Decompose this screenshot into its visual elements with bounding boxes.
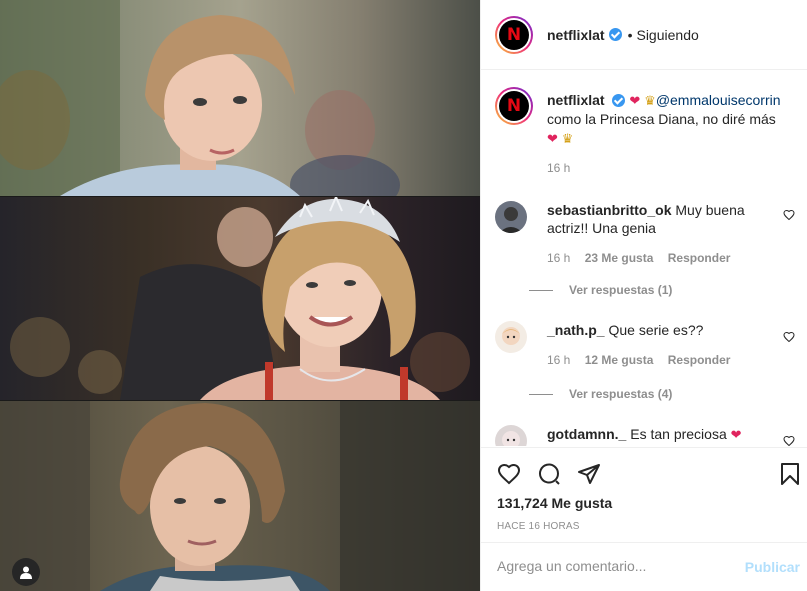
avatar-photo-icon: [495, 425, 527, 446]
photo-2-illustration: [10, 197, 470, 400]
comment-composer: Publicar: [481, 542, 807, 591]
comment-body: Que serie es??: [608, 322, 704, 338]
comment-text: _nath.p_ Que serie es??: [547, 321, 767, 339]
view-replies-button[interactable]: Ver respuestas (4): [529, 387, 672, 401]
following-button[interactable]: Siguiendo: [636, 27, 698, 43]
share-paper-plane-icon[interactable]: [577, 462, 601, 486]
crown-emoji-icon: ♛: [644, 93, 656, 108]
comment-username[interactable]: sebastianbritto_ok: [547, 202, 671, 218]
comments-list[interactable]: N netflixlat ❤ ♛@emmalouisecorrin como l…: [481, 71, 807, 446]
comment-time: 16 h: [547, 251, 571, 265]
post-header: N netflixlat • Siguiendo: [481, 0, 807, 70]
comment-bubble-icon[interactable]: [537, 462, 561, 486]
comment-likes[interactable]: 12 Me gusta: [585, 353, 654, 367]
comment-like-heart-icon[interactable]: [783, 331, 795, 343]
comment-body: Es tan preciosa: [630, 426, 727, 442]
commenter-avatar[interactable]: [495, 321, 527, 353]
avatar-photo-icon: [495, 321, 527, 353]
crown-emoji-icon: ♛: [561, 131, 574, 146]
view-replies-label: Ver respuestas (1): [569, 283, 673, 297]
comment-text: sebastianbritto_ok Muy buena actriz!! Un…: [547, 201, 767, 237]
reply-button[interactable]: Responder: [668, 251, 731, 265]
comment-like-heart-icon[interactable]: [783, 209, 795, 221]
separator-dot: •: [627, 26, 633, 43]
comment-username[interactable]: gotdamnn._: [547, 426, 626, 442]
caption-avatar[interactable]: N: [495, 87, 533, 125]
avatar-photo-icon: [495, 201, 527, 233]
comment-likes[interactable]: 23 Me gusta: [585, 251, 654, 265]
photo-panel-1: [0, 0, 480, 196]
caption-text: netflixlat ❤ ♛@emmalouisecorrin como la …: [547, 91, 802, 148]
reply-button[interactable]: Responder: [668, 353, 731, 367]
comment-text: gotdamnn._ Es tan preciosa ❤: [547, 425, 767, 444]
comment-input[interactable]: [497, 558, 727, 574]
photo-panel-3: [0, 401, 480, 591]
netflix-logo-icon: N: [499, 91, 529, 121]
comment-username[interactable]: _nath.p_: [547, 322, 605, 338]
person-icon: [20, 566, 32, 579]
heart-emoji-icon: ❤: [629, 93, 641, 108]
view-replies-button[interactable]: Ver respuestas (1): [529, 283, 672, 297]
account-username[interactable]: netflixlat: [547, 27, 605, 43]
caption-mention-link[interactable]: @emmalouisecorrin: [656, 92, 781, 108]
commenter-avatar[interactable]: [495, 425, 527, 446]
comment-meta: 16 h 23 Me gusta Responder: [547, 251, 741, 265]
replies-line: [529, 289, 553, 291]
verified-badge-icon: [608, 28, 622, 41]
caption-time: 16 h: [547, 161, 571, 175]
like-count[interactable]: 131,724 Me gusta: [497, 495, 612, 511]
post-sidebar: N netflixlat • Siguiendo N netflixlat ❤ …: [480, 0, 807, 591]
view-replies-label: Ver respuestas (4): [569, 387, 673, 401]
replies-line: [529, 393, 553, 395]
netflix-logo-icon: N: [499, 19, 529, 50]
commenter-avatar[interactable]: [495, 201, 527, 233]
caption-username[interactable]: netflixlat: [547, 92, 605, 108]
post-timestamp: HACE 16 HORAS: [497, 521, 580, 532]
caption-body: como la Princesa Diana, no diré más: [547, 111, 776, 127]
publish-button[interactable]: Publicar: [745, 559, 800, 575]
photo-panel-2: [0, 197, 480, 400]
account-avatar[interactable]: N: [495, 15, 533, 54]
heart-emoji-icon: ❤: [730, 427, 742, 442]
comment-meta: 16 h 12 Me gusta Responder: [547, 353, 741, 367]
post-image[interactable]: [0, 0, 480, 591]
save-bookmark-icon[interactable]: [778, 462, 802, 486]
heart-emoji-icon: ❤: [547, 131, 558, 146]
like-heart-icon[interactable]: [497, 462, 521, 486]
photo-3-illustration: [0, 401, 480, 591]
action-bar: 131,724 Me gusta HACE 16 HORAS: [481, 447, 807, 542]
photo-1-illustration: [0, 0, 400, 196]
verified-badge-icon: [612, 94, 626, 107]
tagged-user-button[interactable]: [12, 558, 40, 586]
comment-time: 16 h: [547, 353, 571, 367]
comment-like-heart-icon[interactable]: [783, 435, 795, 446]
